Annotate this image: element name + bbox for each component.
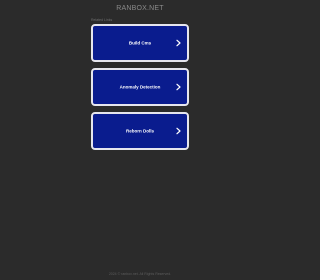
related-link-anomaly-detection[interactable]: Anomaly Detection xyxy=(91,68,189,106)
chevron-right-icon xyxy=(176,83,181,91)
related-link-reborn-dolls[interactable]: Reborn Dolls xyxy=(91,112,189,150)
related-link-build-cms[interactable]: Build Cms xyxy=(91,24,189,62)
link-label: Build Cms xyxy=(128,40,152,46)
related-links-list: Build Cms Anomaly Detection Reborn Dolls xyxy=(91,24,189,156)
chevron-right-icon xyxy=(176,39,181,47)
parked-domain-page: RANBOX.NET Related Links Build Cms Anoma… xyxy=(0,0,280,280)
chevron-right-icon xyxy=(176,127,181,135)
footer-copyright: 2024 © ranbox.net. All Rights Reserved. xyxy=(108,272,172,276)
link-label: Reborn Dolls xyxy=(125,128,154,134)
site-title: RANBOX.NET xyxy=(116,5,164,12)
link-label: Anomaly Detection xyxy=(119,84,161,90)
related-links-label: Related Links xyxy=(91,18,113,22)
